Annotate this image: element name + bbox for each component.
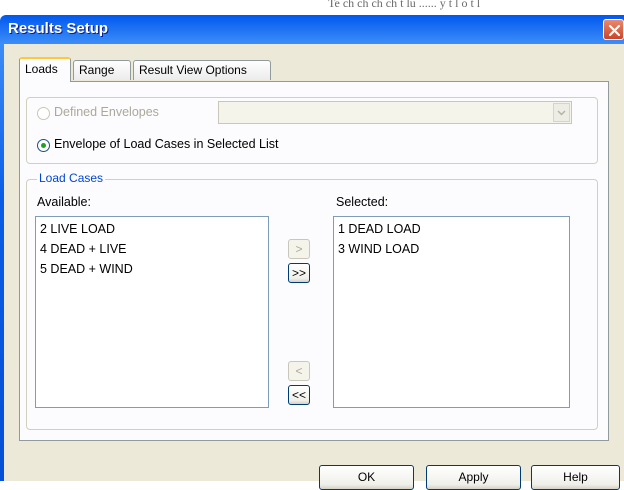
loads-tab-panel: Defined Envelopes Envelope of Load Cases…: [19, 81, 609, 441]
combo-dropdown-button[interactable]: [553, 103, 570, 122]
selected-list-envelope-radio[interactable]: [37, 139, 50, 152]
list-item[interactable]: 2 LIVE LOAD: [40, 219, 264, 239]
selected-list-envelope-label: Envelope of Load Cases in Selected List: [54, 137, 279, 151]
available-listbox[interactable]: 2 LIVE LOAD 4 DEAD + LIVE 5 DEAD + WIND: [35, 216, 269, 408]
tab-range[interactable]: Range: [73, 60, 131, 80]
dialog-body: Loads Range Result View Options Defined …: [4, 44, 624, 490]
close-button[interactable]: [603, 19, 624, 40]
help-button[interactable]: Help: [531, 465, 620, 490]
add-selected-button[interactable]: >: [288, 239, 310, 259]
defined-envelopes-radio[interactable]: [37, 107, 50, 120]
radio-selected-dot: [41, 143, 46, 148]
remove-all-button[interactable]: <<: [288, 385, 310, 405]
list-item[interactable]: 5 DEAD + WIND: [40, 259, 264, 279]
apply-button[interactable]: Apply: [426, 465, 521, 490]
remove-selected-button[interactable]: <: [288, 361, 310, 381]
selected-listbox[interactable]: 1 DEAD LOAD 3 WIND LOAD: [333, 216, 570, 408]
window-title: Results Setup: [8, 20, 109, 37]
load-cases-group-label: Load Cases: [37, 171, 106, 185]
results-setup-dialog: Results Setup Loads Range Result View Op…: [0, 15, 624, 490]
available-label: Available:: [37, 195, 91, 209]
list-item[interactable]: 3 WIND LOAD: [338, 239, 565, 259]
tab-result-view-options[interactable]: Result View Options: [133, 60, 271, 80]
background-text: Te ch ch ch ch t lu ...... y t l o t l: [328, 0, 481, 10]
add-all-button[interactable]: >>: [288, 263, 310, 283]
list-item[interactable]: 4 DEAD + LIVE: [40, 239, 264, 259]
list-item[interactable]: 1 DEAD LOAD: [338, 219, 565, 239]
tab-loads[interactable]: Loads: [19, 57, 71, 82]
ok-button[interactable]: OK: [319, 465, 414, 490]
title-bar: Results Setup: [0, 15, 624, 44]
selected-label: Selected:: [336, 195, 389, 209]
defined-envelopes-label: Defined Envelopes: [54, 105, 159, 119]
chevron-down-icon: [557, 110, 566, 116]
load-cases-group: Load Cases Available: 2 LIVE LOAD 4 DEAD…: [26, 171, 598, 430]
envelope-group: Defined Envelopes Envelope of Load Cases…: [26, 97, 598, 164]
defined-envelopes-combo[interactable]: [218, 101, 572, 124]
close-icon: [608, 24, 621, 37]
